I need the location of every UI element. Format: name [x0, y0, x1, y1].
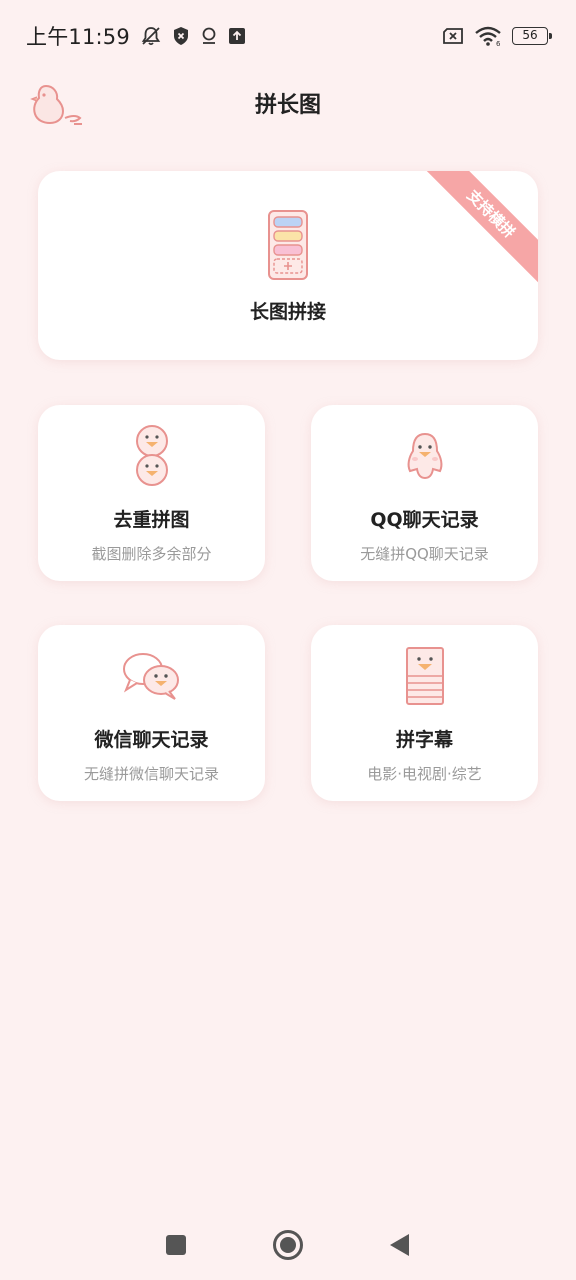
- card-title: 去重拼图: [113, 509, 190, 531]
- back-triangle-icon[interactable]: [380, 1225, 420, 1265]
- status-right: 6 56: [442, 26, 552, 46]
- wechat-chat-stitch-card[interactable]: 微信聊天记录 无缝拼微信聊天记录: [38, 625, 265, 801]
- card-title: 微信聊天记录: [94, 729, 209, 751]
- card-subtitle: 无缝拼微信聊天记录: [83, 765, 219, 783]
- shield-icon: [172, 26, 190, 46]
- stacked-penguins-icon: [133, 425, 171, 487]
- wifi-icon: 6: [474, 26, 502, 46]
- penguin-logo-icon[interactable]: [30, 80, 86, 128]
- system-nav-bar: [0, 1210, 576, 1280]
- subtitle-strip-icon: [404, 645, 446, 707]
- home-circle-icon[interactable]: [268, 1225, 308, 1265]
- subtitle-stitch-card[interactable]: 拼字幕 电影·电视剧·综艺: [311, 625, 538, 801]
- page-title: 拼长图: [254, 93, 321, 118]
- dedup-stitch-card[interactable]: 去重拼图 截图删除多余部分: [38, 405, 265, 581]
- app-header: 拼长图: [0, 74, 576, 132]
- bell-off-icon: [140, 25, 162, 47]
- qq-penguin-icon: [403, 425, 447, 487]
- chat-bubbles-icon: [121, 645, 183, 707]
- qq-chat-stitch-card[interactable]: QQ聊天记录 无缝拼QQ聊天记录: [311, 405, 538, 581]
- card-subtitle: 电影·电视剧·综艺: [367, 765, 482, 783]
- horizontal-support-badge: 支持横拼: [420, 171, 538, 285]
- sim-off-icon: [442, 27, 464, 45]
- location-icon: [200, 26, 218, 46]
- recents-square-icon[interactable]: [156, 1225, 196, 1265]
- svg-text:6: 6: [496, 40, 501, 46]
- card-title: 拼字幕: [395, 729, 453, 751]
- long-image-icon: [266, 209, 310, 285]
- status-left: 上午11:59: [26, 21, 246, 51]
- status-bar: 上午11:59 6 56: [0, 0, 576, 72]
- card-title: QQ聊天记录: [370, 509, 479, 531]
- long-image-stitch-card[interactable]: 支持横拼 长图拼接: [38, 171, 538, 360]
- card-title: 长图拼接: [249, 301, 326, 323]
- card-subtitle: 无缝拼QQ聊天记录: [360, 545, 489, 563]
- status-time: 上午11:59: [26, 25, 130, 49]
- upload-icon: [228, 27, 246, 45]
- battery-icon: 56: [512, 27, 552, 45]
- card-subtitle: 截图删除多余部分: [91, 545, 212, 563]
